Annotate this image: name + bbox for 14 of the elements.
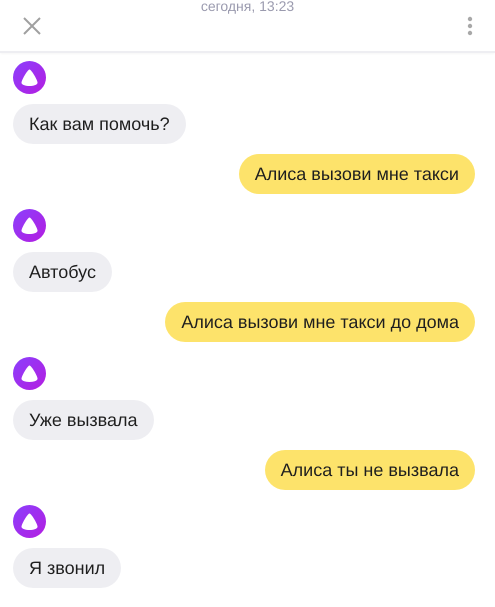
assistant-avatar-icon (13, 357, 46, 390)
assistant-message: Как вам помочь? (13, 104, 186, 144)
user-message: Алиса вызови мне такси (238, 154, 475, 194)
assistant-avatar-icon (13, 209, 46, 242)
assistant-message: Я звонил (13, 548, 122, 588)
more-menu-button[interactable] (467, 16, 473, 36)
date-label: сегодня, 13:23 (200, 0, 294, 14)
close-button[interactable] (22, 16, 42, 36)
assistant-message: Автобус (13, 252, 112, 292)
assistant-avatar-icon (13, 505, 46, 538)
assistant-avatar-icon (13, 61, 46, 94)
user-message: Алиса вызови мне такси до дома (165, 302, 475, 342)
assistant-message: Уже вызвала (13, 400, 154, 440)
user-message: Алиса ты не вызвала (264, 450, 475, 490)
